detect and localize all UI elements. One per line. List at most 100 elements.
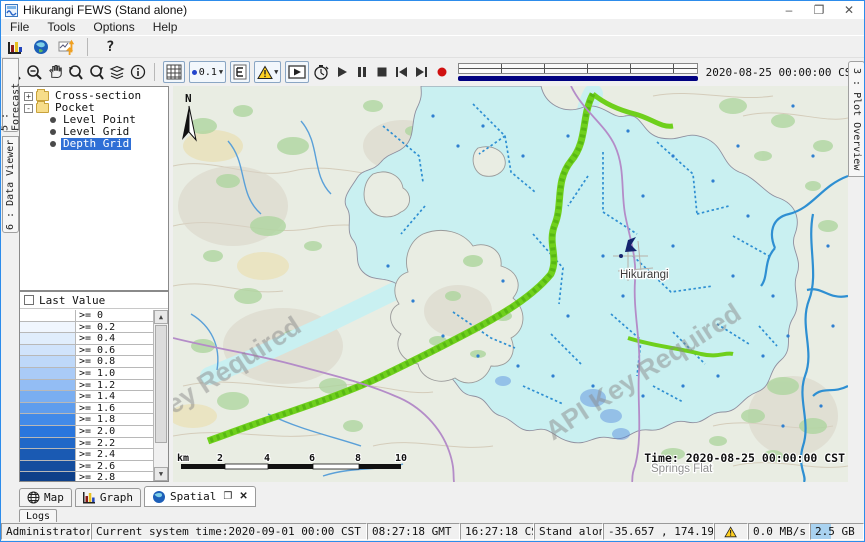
status-memory: 2.5 GB [810,523,864,540]
skip-to-end-icon[interactable] [414,62,430,82]
tab-spatial[interactable]: Spatial ❐ ✕ [144,486,256,507]
tree-item-depth-grid[interactable]: Depth Grid [20,138,168,150]
chevron-down-icon: ▼ [274,68,278,76]
panel-tab-plot-overview[interactable]: 3 : Plot Overview [848,61,865,177]
timer-icon[interactable] [313,62,330,82]
legend-row: >= 2.2 [20,438,153,450]
help-button[interactable]: ? [98,39,122,55]
pan-hand-icon[interactable] [47,62,63,82]
zoom-out-icon[interactable] [26,62,43,82]
filter-tree: + Cross-section - Pocket Level Point Lev… [19,86,169,291]
maximize-button[interactable]: ❐ [804,1,834,19]
status-user: Administrator [1,523,91,540]
legend-swatch [20,322,76,333]
globe-icon [152,490,166,504]
status-system-time: Current system time:2020-09-01 00:00 CST [91,523,367,540]
legend-swatch [20,368,76,379]
warnings-dropdown[interactable]: ▼ [254,61,281,83]
menu-bar: File Tools Options Help [1,19,864,35]
panel-tab-forecast[interactable]: 5 : Forecast [2,58,19,132]
warning-triangle-icon [724,526,738,538]
menu-options[interactable]: Options [84,20,143,34]
memory-label: 2.5 GB [815,525,855,538]
town-label: Hikurangi [620,269,669,281]
classbreak-interval-dropdown[interactable]: 0.1 ▼ [189,61,226,83]
status-gmt-time: 08:27:18 GMT [367,523,460,540]
status-warning[interactable] [714,523,748,540]
tab-graph-label: Graph [100,491,133,504]
expander-icon[interactable]: + [24,92,33,101]
zoom-previous-icon[interactable] [67,62,84,82]
data-viewer-tab-label: 6 : Data Viewer [5,139,16,229]
legend-row: >= 2.8 [20,472,153,482]
map-time-label: Time: 2020-08-25 00:00:00 CST [644,451,845,465]
minimize-button[interactable]: – [774,1,804,19]
bullet-icon [50,129,56,135]
legend-swatch [20,380,76,391]
time-slider-range [458,76,698,81]
legend-button[interactable] [230,61,250,83]
last-value-checkbox[interactable] [24,295,34,305]
close-button[interactable]: ✕ [834,1,864,19]
panel-tab-data-viewer[interactable]: 6 : Data Viewer [2,136,19,233]
menu-file[interactable]: File [1,20,38,34]
scroll-up-icon[interactable]: ▲ [154,310,168,324]
menu-help[interactable]: Help [144,20,187,34]
legend-panel: Last Value >= 0 >= 0.2 >= 0.4 >= 0.6 >= … [19,291,169,482]
record-icon[interactable] [434,62,450,82]
status-coordinates: -35.657 , 174.199 [603,523,714,540]
time-slider-track[interactable] [458,63,698,74]
zoom-next-icon[interactable] [88,62,105,82]
map-globe-icon[interactable] [31,37,51,57]
legend-row: >= 2.6 [20,461,153,473]
info-icon[interactable] [130,62,146,82]
spatial-map[interactable]: API Key Required API Key Required Hikura… [173,86,848,482]
title-bar: Hikurangi FEWS (Stand alone) – ❐ ✕ [1,1,864,19]
legend-swatch [20,310,76,321]
wireframe-globe-icon [27,491,40,504]
layers-icon[interactable] [109,62,126,82]
bar-chart-icon [83,491,96,504]
timeseries-chart-icon[interactable] [5,37,25,57]
legend-row: >= 1.4 [20,391,153,403]
status-download-rate: 0.0 MB/s [748,523,810,540]
scroll-down-icon[interactable]: ▼ [154,467,168,481]
legend-swatch [20,472,76,482]
stop-icon[interactable] [374,62,390,82]
animation-button[interactable] [285,61,309,83]
tab-close-icon[interactable]: ✕ [239,491,247,502]
status-cst-time: 16:27:18 CST [460,523,534,540]
current-map-datetime: 2020-08-25 00:00:00 CST [706,66,860,79]
spatial-display-icon[interactable] [57,37,77,57]
legend-row: >= 0.6 [20,345,153,357]
svg-text:km: km [177,453,189,464]
interval-value: 0.1 [199,67,217,78]
tab-restore-icon[interactable]: ❐ [223,491,232,502]
legend-swatch [20,438,76,449]
legend-swatch [20,403,76,414]
main-toolbar: ? [1,35,864,58]
tab-map[interactable]: Map [19,488,72,507]
grid-display-button[interactable] [163,61,185,83]
tab-graph[interactable]: Graph [75,488,141,507]
legend-table: >= 0 >= 0.2 >= 0.4 >= 0.6 >= 0.8 >= 1.0 … [20,310,153,481]
skip-to-start-icon[interactable] [394,62,410,82]
time-slider[interactable] [458,63,698,81]
menu-tools[interactable]: Tools [38,20,84,34]
svg-text:6: 6 [309,453,315,464]
display-tabs: Map Graph Spatial ❐ ✕ [19,486,256,507]
expander-icon[interactable]: - [24,104,33,113]
play-icon[interactable] [334,62,350,82]
tree-item-label-selected[interactable]: Depth Grid [61,138,131,150]
pause-icon[interactable] [354,62,370,82]
bullet-icon [50,117,56,123]
map-canvas[interactable]: API Key Required API Key Required Hikura… [173,86,848,482]
legend-row: >= 0.2 [20,322,153,334]
legend-swatch [20,391,76,402]
legend-scrollbar[interactable]: ▲ ▼ [153,310,168,481]
interval-dot-icon [192,70,197,75]
legend-row: >= 1.0 [20,368,153,380]
scrollbar-thumb[interactable] [155,325,167,443]
legend-swatch [20,414,76,425]
toolbar-separator [87,38,88,56]
